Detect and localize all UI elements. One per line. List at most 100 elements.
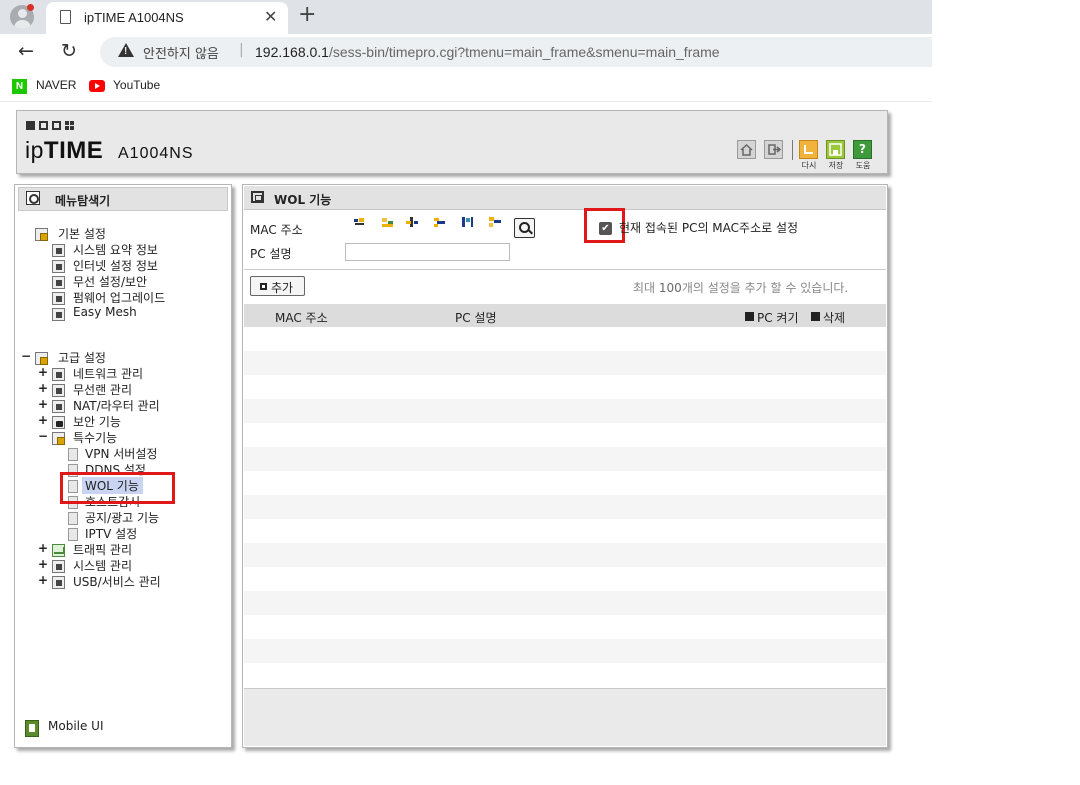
tab-close-icon[interactable]: ✕: [264, 7, 277, 26]
mobile-ui-link[interactable]: Mobile UI: [48, 719, 104, 733]
traffic-icon: [52, 544, 65, 557]
col-delete: 삭제: [823, 311, 846, 325]
logout-button[interactable]: [764, 140, 783, 159]
header-divider: [792, 140, 793, 160]
omnibox[interactable]: ! 안전하지 않음 | 192.168.0.1/sess-bin/timepro…: [100, 37, 932, 67]
collapse-icon[interactable]: −: [21, 349, 31, 363]
expand-icon[interactable]: +: [38, 557, 48, 571]
col-pc-description: PC 설명: [455, 311, 497, 325]
help-button-label: 도움: [855, 161, 871, 170]
table-row: [244, 471, 886, 495]
magnifier-icon: [26, 191, 40, 205]
mesh-icon: [52, 308, 65, 321]
reload-icon[interactable]: ↻: [61, 40, 77, 62]
table-row: [244, 375, 886, 399]
browser-tab[interactable]: ipTIME A1004NS ✕: [46, 2, 288, 34]
page-favicon-icon: [60, 10, 71, 24]
table-row: [244, 495, 886, 519]
menu-security[interactable]: 보안 기능: [73, 413, 121, 430]
firmware-icon: [52, 292, 65, 305]
expand-icon[interactable]: +: [38, 573, 48, 587]
address-bar-row: ← ↻ ! 안전하지 않음 | 192.168.0.1/sess-bin/tim…: [0, 34, 932, 70]
mac-address-segments[interactable]: [352, 215, 512, 231]
mac-segment-5: [462, 217, 473, 227]
menu-iptv[interactable]: IPTV 설정: [85, 525, 137, 542]
table-row: [244, 423, 886, 447]
menu-basic-settings[interactable]: 기본 설정: [58, 225, 106, 242]
page-icon: [68, 512, 78, 525]
tab-title: ipTIME A1004NS: [84, 10, 184, 25]
mac-segment-3: [406, 217, 418, 227]
home-button[interactable]: [737, 140, 756, 159]
table-row: [244, 327, 886, 351]
menu-nat-router[interactable]: NAT/라우터 관리: [73, 397, 160, 414]
internet-icon: [52, 260, 65, 273]
power-on-icon: [745, 312, 754, 321]
menu-traffic[interactable]: 트래픽 관리: [73, 541, 132, 558]
bookmarks-bar: N NAVER YouTube: [0, 70, 932, 102]
max-entries-note: 최대 100개의 설정을 추가 할 수 있습니다.: [633, 281, 849, 295]
menu-firmware-upgrade[interactable]: 펌웨어 업그레이드: [73, 289, 165, 306]
folder-icon: [52, 432, 65, 445]
menu-advanced-settings[interactable]: 고급 설정: [58, 349, 106, 366]
folder-icon: [35, 228, 48, 241]
table-row: [244, 663, 886, 687]
table-row: [244, 543, 886, 567]
add-button[interactable]: 추가: [250, 276, 305, 296]
mac-search-button[interactable]: [514, 218, 535, 238]
back-button[interactable]: [799, 140, 818, 159]
wol-panel: WOL 기능 MAC 주소 ✔ 현재 접속된 PC의 MAC주소로 설정 PC …: [242, 184, 888, 748]
bookmark-naver[interactable]: NAVER: [36, 78, 76, 92]
security-label[interactable]: 안전하지 않음: [143, 43, 219, 62]
menu-system-summary[interactable]: 시스템 요약 정보: [73, 241, 158, 258]
menu-vpn-server[interactable]: VPN 서버설정: [85, 445, 157, 462]
menu-internet-info[interactable]: 인터넷 설정 정보: [73, 257, 158, 274]
mac-segment-4: [434, 218, 445, 227]
help-button[interactable]: ?: [853, 140, 872, 159]
menu-wireless-lan[interactable]: 무선랜 관리: [73, 381, 132, 398]
system-icon: [52, 560, 65, 573]
page-title: WOL 기능: [274, 193, 332, 207]
back-arrow-icon[interactable]: ←: [18, 40, 34, 62]
url-text[interactable]: 192.168.0.1/sess-bin/timepro.cgi?tmenu=m…: [255, 44, 720, 60]
expand-icon[interactable]: +: [38, 397, 48, 411]
home-icon: [740, 143, 753, 156]
new-tab-icon[interactable]: +: [298, 2, 316, 28]
expand-icon[interactable]: +: [38, 541, 48, 555]
return-icon: [804, 145, 813, 154]
table-row: [244, 615, 886, 639]
router-icon: [52, 400, 65, 413]
highlight-box: [60, 472, 175, 504]
model-name: A1004NS: [118, 145, 194, 162]
logout-icon: [768, 144, 782, 155]
expand-icon[interactable]: +: [38, 365, 48, 379]
menu-special-features[interactable]: 특수기능: [73, 429, 117, 446]
collapse-icon[interactable]: −: [38, 429, 48, 443]
menu-wireless-security[interactable]: 무선 설정/보안: [73, 273, 147, 290]
menu-explorer-title: 메뉴탐색기: [55, 194, 111, 208]
browser-tab-strip: ipTIME A1004NS ✕ +: [0, 0, 932, 34]
network-icon: [52, 368, 65, 381]
notification-dot: [27, 4, 34, 11]
expand-icon[interactable]: +: [38, 413, 48, 427]
menu-usb-service[interactable]: USB/서비스 관리: [73, 573, 161, 590]
logo-square-icon: [26, 121, 35, 130]
menu-notice-ad[interactable]: 공지/광고 기능: [85, 509, 159, 526]
col-power-on: PC 켜기: [757, 311, 799, 325]
divider: [244, 269, 886, 270]
menu-system[interactable]: 시스템 관리: [73, 557, 132, 574]
panel-footer: [244, 688, 886, 746]
current-pc-checkbox-label[interactable]: 현재 접속된 PC의 MAC주소로 설정: [619, 219, 798, 236]
menu-easy-mesh[interactable]: Easy Mesh: [73, 305, 137, 319]
window-icon: [251, 191, 264, 203]
save-icon: [829, 143, 842, 156]
expand-icon[interactable]: +: [38, 381, 48, 395]
save-button[interactable]: [826, 140, 845, 159]
pc-description-input[interactable]: [345, 243, 510, 261]
wireless-icon: [52, 276, 65, 289]
menu-network[interactable]: 네트워크 관리: [73, 365, 143, 382]
table-row: [244, 519, 886, 543]
mac-segment-2: [382, 218, 393, 227]
table-row: [244, 351, 886, 375]
bookmark-youtube[interactable]: YouTube: [113, 78, 160, 92]
